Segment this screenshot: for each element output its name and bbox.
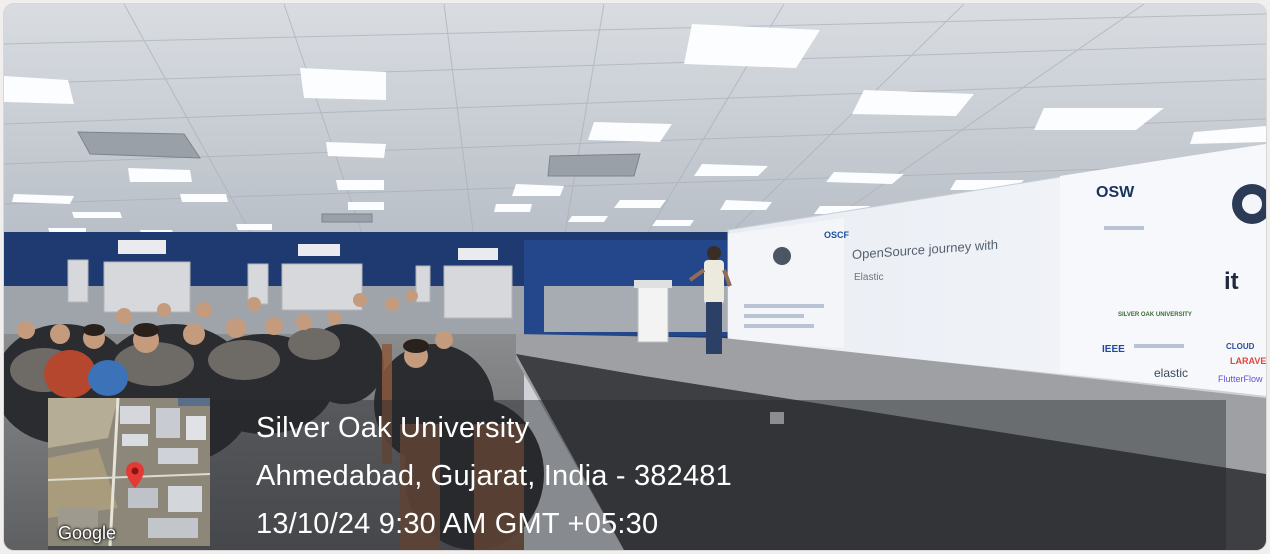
slide-subtitle: Elastic [854, 272, 884, 283]
osw-logo: OSW [1096, 184, 1135, 201]
cloud-logo: CLOUD [1226, 342, 1255, 351]
flutterflow-logo: FlutterFlow [1218, 374, 1263, 384]
elastic-logo: elastic [1154, 366, 1189, 380]
map-pin-icon [126, 462, 144, 488]
location-datetime: 13/10/24 9:30 AM GMT +05:30 [256, 508, 659, 540]
ieee-logo: IEEE [1102, 344, 1125, 355]
it-logo: it [1224, 268, 1239, 295]
oscf-logo: OSCF [824, 230, 850, 240]
location-address: Ahmedabad, Gujarat, India - 382481 [256, 460, 732, 492]
silver-oak-logo: SILVER OAK UNIVERSITY [1118, 312, 1192, 318]
location-name: Silver Oak University [256, 412, 530, 444]
laravel-logo: LARAVEL [1230, 356, 1266, 366]
map-thumbnail: Google [48, 398, 210, 546]
google-attribution: Google [58, 523, 117, 543]
